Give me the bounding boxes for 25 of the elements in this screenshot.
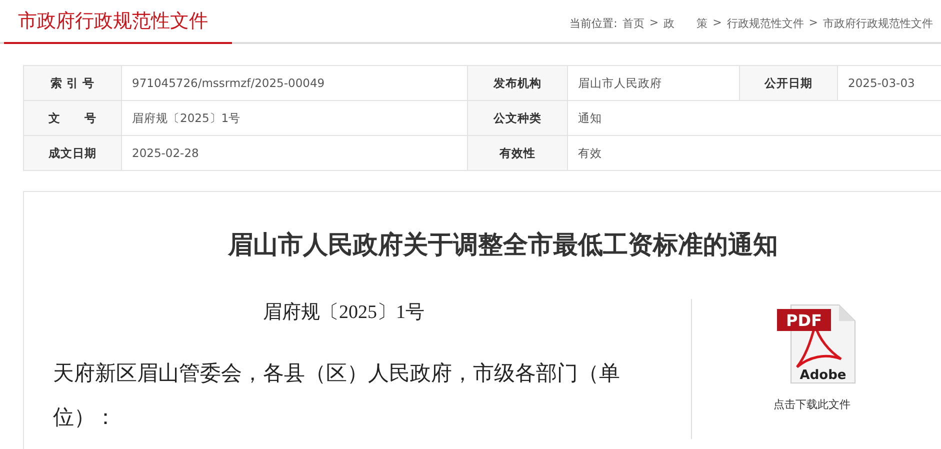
download-link[interactable]: 点击下载此文件 (774, 397, 850, 412)
field-label: 文 号 (24, 100, 122, 136)
breadcrumb-link[interactable]: 首页 (622, 16, 644, 31)
section-title: 市政府行政规范性文件 (4, 8, 232, 44)
field-label: 成文日期 (24, 136, 122, 170)
document-title: 眉山市人民政府关于调整全市最低工资标准的通知 (226, 229, 779, 261)
field-value: 2025-02-28 (122, 136, 468, 170)
field-label: 发布机构 (468, 66, 568, 100)
breadcrumb-link[interactable]: 市政府行政规范性文件 (823, 16, 933, 31)
field-label: 有效性 (468, 136, 568, 170)
salutation-text: 天府新区眉山管委会，各县（区）人民政府，市级各部门（单位）： (53, 360, 621, 431)
breadcrumb-separator: > (712, 16, 722, 31)
field-value: 眉府规〔2025〕1号 (122, 100, 468, 136)
field-label: 公文种类 (468, 100, 568, 136)
field-label: 索 引 号 (24, 66, 122, 100)
field-value: 971045726/mssrmzf/2025-00049 (122, 66, 468, 100)
field-label: 公开日期 (740, 66, 838, 100)
breadcrumb-separator: > (649, 16, 659, 31)
document-number: 眉府规〔2025〕1号 (262, 301, 426, 325)
field-value: 2025-03-03 (838, 66, 941, 100)
breadcrumb-label: 当前位置: (570, 16, 618, 31)
field-value: 眉山市人民政府 (568, 66, 740, 100)
breadcrumb-separator: > (808, 16, 818, 31)
breadcrumb-link[interactable]: 行政规范性文件 (726, 16, 804, 31)
breadcrumb-link[interactable]: 政 策 (664, 16, 708, 31)
